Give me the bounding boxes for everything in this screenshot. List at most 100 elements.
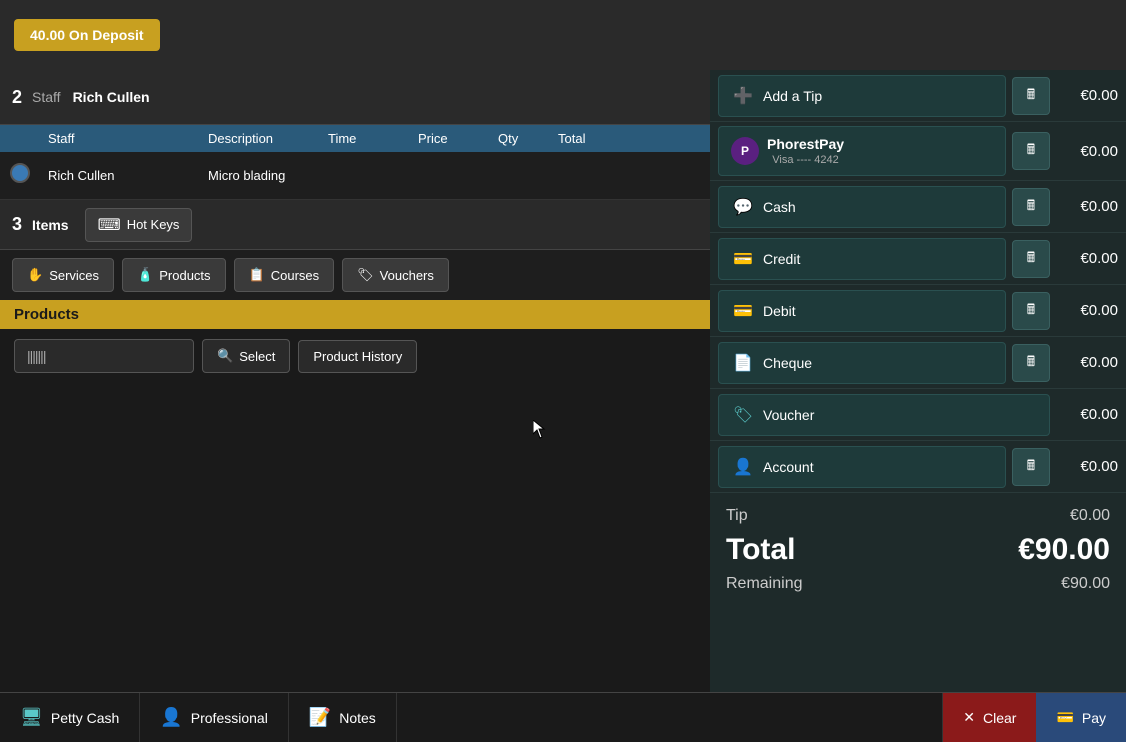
col-price: Price xyxy=(410,131,490,146)
row-staff: Rich Cullen xyxy=(40,168,200,183)
clear-icon: ✕ xyxy=(963,709,975,726)
left-panel: 2 Staff Rich Cullen Staff Description Ti… xyxy=(0,70,710,692)
credit-calc-button[interactable]: 🖩 xyxy=(1012,240,1050,278)
courses-label: Courses xyxy=(271,268,319,283)
debit-calc-button[interactable]: 🖩 xyxy=(1012,292,1050,330)
debit-row: 💳 Debit 🖩 €0.00 xyxy=(710,285,1126,337)
cheque-calc-button[interactable]: 🖩 xyxy=(1012,344,1050,382)
credit-label: Credit xyxy=(763,251,800,267)
products-icon: 🧴 xyxy=(137,267,153,283)
calc-icon: 🖩 xyxy=(1027,84,1035,108)
add-tip-row: ➕ Add a Tip 🖩 €0.00 xyxy=(710,70,1126,122)
hot-keys-label: Hot Keys xyxy=(127,217,180,232)
deposit-badge[interactable]: 40.00 On Deposit xyxy=(14,19,160,51)
services-label: Services xyxy=(49,268,99,283)
staff-number: 2 xyxy=(12,87,22,108)
row-description: Micro blading xyxy=(200,168,320,183)
totals-area: Tip €0.00 Total €90.00 Remaining €90.00 xyxy=(710,493,1126,607)
items-header: 3 Items ⌨ Hot Keys xyxy=(0,200,710,250)
tab-services[interactable]: ✋ Services xyxy=(12,258,114,292)
cash-button[interactable]: 💬 Cash xyxy=(718,186,1006,228)
cash-amount: €0.00 xyxy=(1058,198,1118,215)
staff-label: Staff xyxy=(32,89,61,105)
radio-circle-icon xyxy=(10,163,30,183)
vouchers-icon: 🏷 xyxy=(357,267,374,283)
calc7-icon: 🖩 xyxy=(1027,455,1035,479)
select-button[interactable]: 🔍 Select xyxy=(202,339,290,373)
voucher-icon: 🏷 xyxy=(731,403,755,427)
debit-label: Debit xyxy=(763,303,796,319)
pay-button[interactable]: 💳 Pay xyxy=(1036,693,1126,742)
account-icon: 👤 xyxy=(731,455,755,479)
row-radio[interactable] xyxy=(0,163,40,188)
petty-cash-label: Petty Cash xyxy=(51,710,119,726)
pay-label: Pay xyxy=(1082,710,1106,726)
phorest-calc-button[interactable]: 🖩 xyxy=(1012,132,1050,170)
items-label: Items xyxy=(32,217,69,233)
col-radio xyxy=(0,131,40,146)
account-amount: €0.00 xyxy=(1058,458,1118,475)
grand-total-row: Total €90.00 xyxy=(726,529,1110,571)
voucher-button[interactable]: 🏷 Voucher xyxy=(718,394,1050,436)
phorest-pay-row: P PhorestPay Visa ---- 4242 🖩 €0.00 xyxy=(710,122,1126,181)
table-row[interactable]: Rich Cullen Micro blading xyxy=(0,152,710,200)
grand-total-label: Total xyxy=(726,533,795,567)
cash-icon: 💬 xyxy=(731,195,755,219)
remaining-value: €90.00 xyxy=(1061,575,1110,593)
hot-keys-icon: ⌨ xyxy=(98,215,121,235)
cash-calc-button[interactable]: 🖩 xyxy=(1012,188,1050,226)
account-label: Account xyxy=(763,459,814,475)
credit-amount: €0.00 xyxy=(1058,250,1118,267)
grand-total-value: €90.00 xyxy=(1018,533,1110,567)
main-layout: 2 Staff Rich Cullen Staff Description Ti… xyxy=(0,70,1126,692)
notes-label: Notes xyxy=(339,710,376,726)
deposit-bar: 40.00 On Deposit xyxy=(0,0,1126,70)
services-icon: ✋ xyxy=(27,267,43,283)
tip-total-value: €0.00 xyxy=(1070,507,1110,525)
tab-products[interactable]: 🧴 Products xyxy=(122,258,226,292)
credit-icon: 💳 xyxy=(731,247,755,271)
barcode-input[interactable]: ||||||| xyxy=(14,339,194,373)
phorest-pay-button[interactable]: P PhorestPay Visa ---- 4242 xyxy=(718,126,1006,176)
notes-button[interactable]: 📝 Notes xyxy=(289,693,397,742)
tip-calc-button[interactable]: 🖩 xyxy=(1012,77,1050,115)
debit-amount: €0.00 xyxy=(1058,302,1118,319)
tab-vouchers[interactable]: 🏷 Vouchers xyxy=(342,258,449,292)
account-button[interactable]: 👤 Account xyxy=(718,446,1006,488)
search-icon: 🔍 xyxy=(217,348,233,364)
calc3-icon: 🖩 xyxy=(1027,195,1035,219)
phorest-pay-sub: Visa ---- 4242 xyxy=(767,153,844,167)
account-row: 👤 Account 🖩 €0.00 xyxy=(710,441,1126,493)
cheque-icon: 📄 xyxy=(731,351,755,375)
cheque-amount: €0.00 xyxy=(1058,354,1118,371)
clear-button[interactable]: ✕ Clear xyxy=(942,693,1036,742)
voucher-amount: €0.00 xyxy=(1058,406,1118,423)
remaining-row: Remaining €90.00 xyxy=(726,571,1110,597)
products-toolbar: ||||||| 🔍 Select Product History xyxy=(0,329,710,383)
professional-icon: 👤 xyxy=(160,707,182,728)
tab-courses[interactable]: 📋 Courses xyxy=(234,258,335,292)
account-calc-button[interactable]: 🖩 xyxy=(1012,448,1050,486)
tip-total-row: Tip €0.00 xyxy=(726,503,1110,529)
add-tip-button[interactable]: ➕ Add a Tip xyxy=(718,75,1006,117)
professional-button[interactable]: 👤 Professional xyxy=(140,693,288,742)
debit-icon: 💳 xyxy=(731,299,755,323)
voucher-label: Voucher xyxy=(763,407,814,423)
products-area: Products ||||||| 🔍 Select Product Histor… xyxy=(0,300,710,692)
items-section: 3 Items ⌨ Hot Keys ✋ Services 🧴 Products xyxy=(0,200,710,692)
phorest-pay-label: PhorestPay xyxy=(767,135,844,153)
cash-label: Cash xyxy=(763,199,796,215)
phorest-text: PhorestPay Visa ---- 4242 xyxy=(767,135,844,167)
category-tabs: ✋ Services 🧴 Products 📋 Courses 🏷 Vouche… xyxy=(0,250,710,300)
petty-cash-button[interactable]: 🖥 Petty Cash xyxy=(0,693,140,742)
hot-keys-button[interactable]: ⌨ Hot Keys xyxy=(85,208,193,242)
cheque-button[interactable]: 📄 Cheque xyxy=(718,342,1006,384)
credit-button[interactable]: 💳 Credit xyxy=(718,238,1006,280)
col-staff: Staff xyxy=(40,131,200,146)
debit-button[interactable]: 💳 Debit xyxy=(718,290,1006,332)
barcode-icon: ||||||| xyxy=(27,348,45,364)
calc2-icon: 🖩 xyxy=(1027,139,1035,163)
petty-cash-icon: 🖥 xyxy=(20,707,43,728)
phorest-pay-amount: €0.00 xyxy=(1058,143,1118,160)
product-history-button[interactable]: Product History xyxy=(298,340,417,373)
